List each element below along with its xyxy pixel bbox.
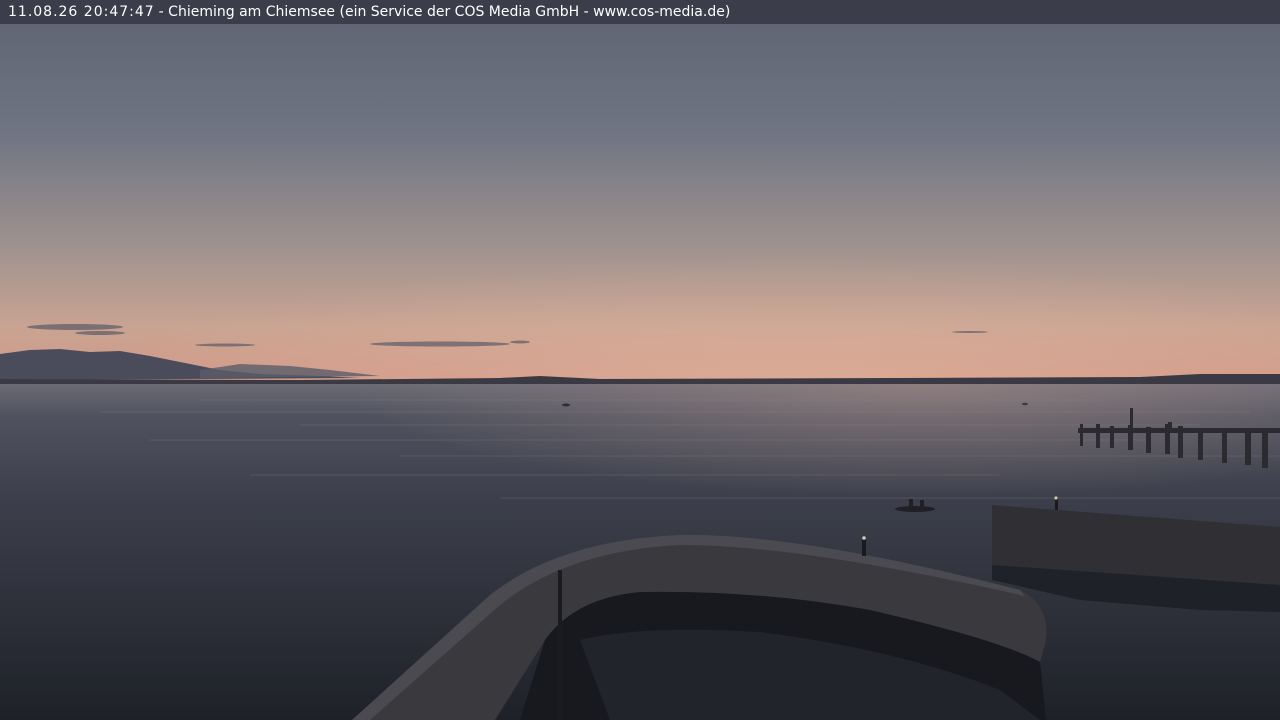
harbour-post	[862, 538, 866, 556]
lake-scene	[0, 0, 1280, 720]
harbour-post-light	[862, 536, 866, 540]
harbour-pole	[558, 570, 562, 720]
distant-buoy-2	[1022, 402, 1028, 406]
webcam-image: 11.08.26 20:47:47- Chieming am Chiemsee …	[0, 0, 1280, 720]
caption-bar: 11.08.26 20:47:47- Chieming am Chiemsee …	[0, 0, 1280, 24]
lamp-post	[1055, 498, 1058, 510]
caption-text: - Chieming am Chiemsee (ein Service der …	[158, 4, 731, 20]
distant-buoy	[562, 403, 570, 407]
sunset-glow	[0, 150, 1280, 385]
timestamp: 11.08.26 20:47:47	[8, 4, 155, 20]
lamp-light	[1054, 496, 1058, 500]
